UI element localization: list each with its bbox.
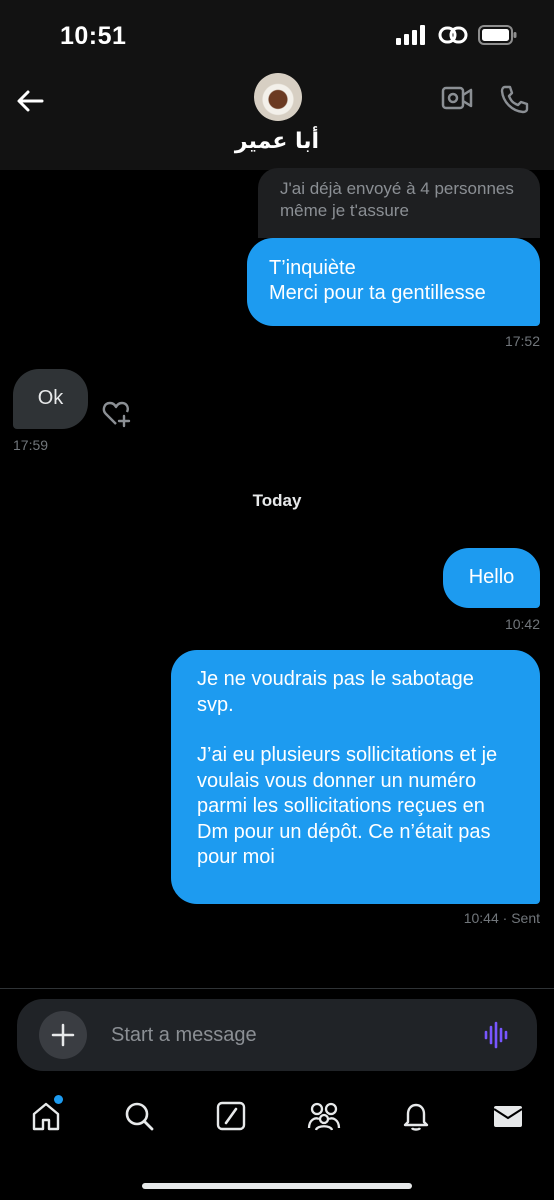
bottom-navigation <box>0 1080 554 1200</box>
nav-search[interactable] <box>123 1100 155 1132</box>
phone-call-button[interactable] <box>498 83 530 115</box>
nav-grok[interactable] <box>215 1100 247 1132</box>
message-timestamp: 10:42 <box>504 616 540 632</box>
message-input[interactable] <box>111 1021 451 1049</box>
status-time: 10:51 <box>60 22 127 50</box>
heart-plus-icon <box>102 401 131 428</box>
message-timestamp: 17:59 <box>13 437 49 453</box>
message-bubble-incoming[interactable]: Ok <box>13 369 88 429</box>
message-text: T’inquiète <box>269 257 356 279</box>
notification-dot <box>54 1095 63 1104</box>
add-attachment-button[interactable] <box>39 1011 87 1059</box>
message-bubble-outgoing[interactable]: Hello <box>443 548 540 608</box>
quoted-message: J'ai déjà envoyé à 4 personnes même je t… <box>258 168 540 238</box>
nav-notifications[interactable] <box>400 1100 432 1132</box>
back-button[interactable] <box>14 85 46 117</box>
message-status: 10:44 · Sent <box>463 910 540 926</box>
nav-communities[interactable] <box>307 1100 341 1132</box>
video-call-icon <box>441 86 473 110</box>
message-text: Je ne voudrais pas le sabotage svp. <box>197 668 474 716</box>
link-icon <box>438 26 468 44</box>
home-indicator <box>142 1183 412 1189</box>
avatar[interactable] <box>254 73 302 121</box>
message-text: Hello <box>468 566 515 588</box>
voice-message-button[interactable] <box>483 1021 511 1049</box>
notifications-icon <box>403 1103 429 1131</box>
status-bar: 10:51 <box>0 0 554 75</box>
message-text: Merci pour ta gentillesse <box>269 282 486 304</box>
battery-icon <box>478 25 517 45</box>
plus-icon <box>51 1023 75 1047</box>
composer-divider <box>0 988 554 989</box>
contact-name[interactable]: أبا عمير <box>0 129 554 154</box>
message-timestamp: 17:52 <box>504 333 540 349</box>
home-icon <box>32 1102 60 1131</box>
message-bubble-outgoing[interactable]: T’inquiète Merci pour ta gentillesse <box>247 238 540 326</box>
message-text: Ok <box>37 387 64 409</box>
message-text: J’ai eu plusieurs sollicitations et je v… <box>197 744 498 868</box>
communities-icon <box>307 1102 341 1131</box>
signal-icon <box>396 25 425 45</box>
nav-home[interactable] <box>30 1100 62 1132</box>
nav-messages[interactable] <box>492 1100 524 1132</box>
arrow-left-icon <box>17 90 44 112</box>
message-composer <box>17 999 537 1071</box>
phone-call-icon <box>500 85 529 114</box>
search-icon <box>125 1102 154 1131</box>
react-button[interactable] <box>100 398 132 430</box>
messages-icon <box>493 1106 523 1127</box>
status-icons <box>396 24 518 46</box>
video-call-button[interactable] <box>440 83 474 113</box>
day-separator: Today <box>252 491 302 510</box>
message-bubble-outgoing[interactable]: Je ne voudrais pas le sabotage svp. J’ai… <box>171 650 540 904</box>
voice-waveform-icon <box>484 1021 508 1049</box>
grok-icon <box>216 1101 246 1131</box>
conversation-header: أبا عمير <box>0 73 554 170</box>
